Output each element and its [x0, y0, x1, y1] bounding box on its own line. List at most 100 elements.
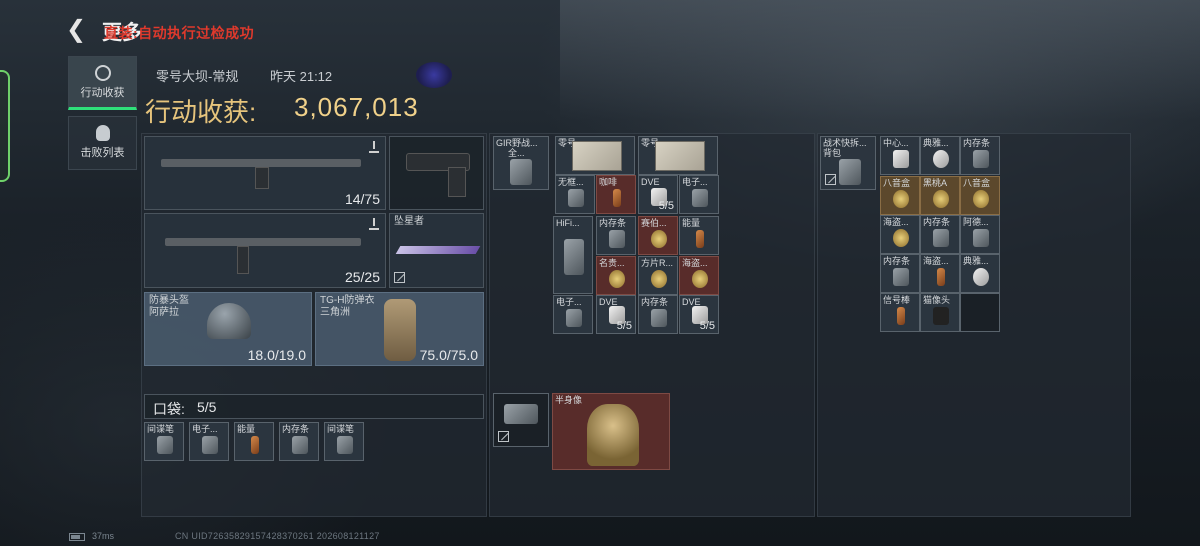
target-icon	[94, 65, 111, 81]
chest-rig-name: GIR野战...	[496, 138, 538, 148]
download-icon[interactable]	[369, 218, 379, 230]
item-name: 内存条	[963, 138, 991, 148]
backpack-item[interactable]: 八音盒	[960, 176, 1000, 215]
inventory-item[interactable]: 内存条	[638, 295, 678, 334]
item-icon	[651, 230, 667, 248]
backpack-item[interactable]: 内存条	[960, 136, 1000, 175]
inventory-item[interactable]: 赛伯...	[638, 216, 678, 255]
backpack-container[interactable]: 战术快拆... 背包	[820, 136, 876, 190]
case-icon	[504, 404, 538, 424]
backpack-item[interactable]: 海盗...	[920, 254, 960, 293]
backpack-item[interactable]: 典雅...	[920, 136, 960, 175]
item-name: 八音盒	[963, 178, 991, 188]
item-icon	[696, 230, 704, 248]
item-icon	[893, 150, 909, 168]
item-name: 电子...	[682, 177, 708, 187]
bust-item[interactable]: 半身像	[552, 393, 670, 470]
backpack-item[interactable]: 猫像头	[920, 293, 960, 332]
backpack-item[interactable]: 阿德...	[960, 215, 1000, 254]
pocket-item[interactable]: 间谍笔	[144, 422, 184, 461]
backpack-item[interactable]: 内存条	[920, 215, 960, 254]
item-icon	[651, 309, 667, 327]
pocket-item[interactable]: 能量	[234, 422, 274, 461]
tab-kill-list[interactable]: 击败列表	[68, 116, 137, 170]
helmet-durability: 18.0/19.0	[247, 347, 306, 363]
secondary-ammo: 25/25	[344, 269, 380, 285]
inventory-item[interactable]: 能量	[679, 216, 719, 255]
weapon-magazine	[255, 167, 269, 189]
armor-slot[interactable]: TG-H防弹衣 三角洲 75.0/75.0	[315, 292, 484, 366]
unlink-icon	[825, 174, 836, 185]
inventory-item[interactable]: HiFi...	[553, 216, 593, 294]
inventory-item[interactable]: DVE 5/5	[596, 295, 636, 334]
inventory-item[interactable]: 咖啡	[596, 175, 636, 214]
document-icon	[655, 141, 705, 171]
item-icon	[609, 270, 625, 288]
pocket-item[interactable]: 电子...	[189, 422, 229, 461]
item-icon	[609, 230, 625, 248]
pocket-item[interactable]: 间谍笔	[324, 422, 364, 461]
side-handle[interactable]	[0, 70, 10, 182]
item-name: 方片R...	[641, 258, 674, 268]
inventory-item[interactable]: DVE 5/5	[679, 295, 719, 334]
skull-icon	[95, 125, 110, 141]
primary-ammo: 14/75	[344, 191, 380, 207]
item-icon	[692, 189, 708, 207]
helmet-name-line2: 阿萨拉	[149, 307, 179, 318]
item-name: 黑桃A	[923, 178, 948, 188]
backpack-item[interactable]: 内存条	[880, 254, 920, 293]
tab-action-haul[interactable]: 行动收获	[68, 56, 137, 110]
pocket-item[interactable]: 内存条	[279, 422, 319, 461]
armor-durability: 75.0/75.0	[419, 347, 478, 363]
item-name: 内存条	[883, 256, 911, 266]
item-icon	[893, 268, 909, 286]
backpack-item[interactable]: 信号棒	[880, 293, 920, 332]
item-icon	[973, 190, 989, 208]
inventory-item[interactable]: 方片R...	[638, 256, 678, 295]
inventory-item[interactable]: 电子...	[679, 175, 719, 214]
backpack-item[interactable]: 典雅...	[960, 254, 1000, 293]
item-name: 无框...	[558, 177, 584, 187]
inventory-item[interactable]: 海盗...	[679, 256, 719, 295]
backpack-item[interactable]: 海盗...	[880, 215, 920, 254]
sidearm-slot[interactable]	[389, 136, 484, 210]
document-icon	[572, 141, 622, 171]
tab-label: 行动收获	[80, 87, 125, 99]
item-icon	[897, 307, 905, 325]
item-name: HiFi...	[556, 218, 580, 228]
backpack-icon	[839, 159, 861, 185]
inventory-item[interactable]: 名贵...	[596, 256, 636, 295]
back-button[interactable]: ❮	[66, 16, 94, 44]
item-name: 电子...	[556, 297, 582, 307]
helmet-name: 防暴头盔 阿萨拉	[149, 295, 189, 319]
melee-slot[interactable]: 坠星者	[389, 213, 484, 288]
haul-value: 3,067,013	[294, 92, 419, 122]
helmet-slot[interactable]: 防暴头盔 阿萨拉 18.0/19.0	[144, 292, 312, 366]
item-name: 内存条	[282, 424, 310, 434]
chest-rig-container[interactable]: GIR野战... 全...	[493, 136, 549, 190]
backpack-name: 战术快拆...	[823, 138, 867, 148]
item-name: 能量	[682, 218, 701, 228]
secondary-weapon-slot[interactable]: 25/25	[144, 213, 386, 288]
item-icon	[973, 150, 989, 168]
inventory-item[interactable]: 内存条	[596, 216, 636, 255]
inventory-item[interactable]: DVE 5/5	[638, 175, 678, 214]
inventory-item[interactable]: 无框...	[555, 175, 595, 214]
backpack-item[interactable]: 中心...	[880, 136, 920, 175]
backpack-empty-slot[interactable]	[960, 293, 1000, 332]
secure-case-slot[interactable]	[493, 393, 549, 447]
helmet-name-line1: 防暴头盔	[149, 295, 189, 306]
backpack-item[interactable]: 八音盒	[880, 176, 920, 215]
backpack-item[interactable]: 黑桃A	[920, 176, 960, 215]
inventory-item[interactable]: 电子...	[553, 295, 593, 334]
primary-weapon-slot[interactable]: 14/75	[144, 136, 386, 210]
machine-gun-image	[161, 159, 361, 167]
document-item[interactable]: 零号...	[638, 136, 718, 175]
match-time: 昨天 21:12	[270, 69, 333, 84]
ping-readout: 37ms	[92, 531, 115, 541]
item-icon	[692, 270, 708, 288]
item-icon	[893, 190, 909, 208]
item-name: 能量	[237, 424, 256, 434]
download-icon[interactable]	[369, 141, 379, 153]
document-item[interactable]: 零号...	[555, 136, 635, 175]
